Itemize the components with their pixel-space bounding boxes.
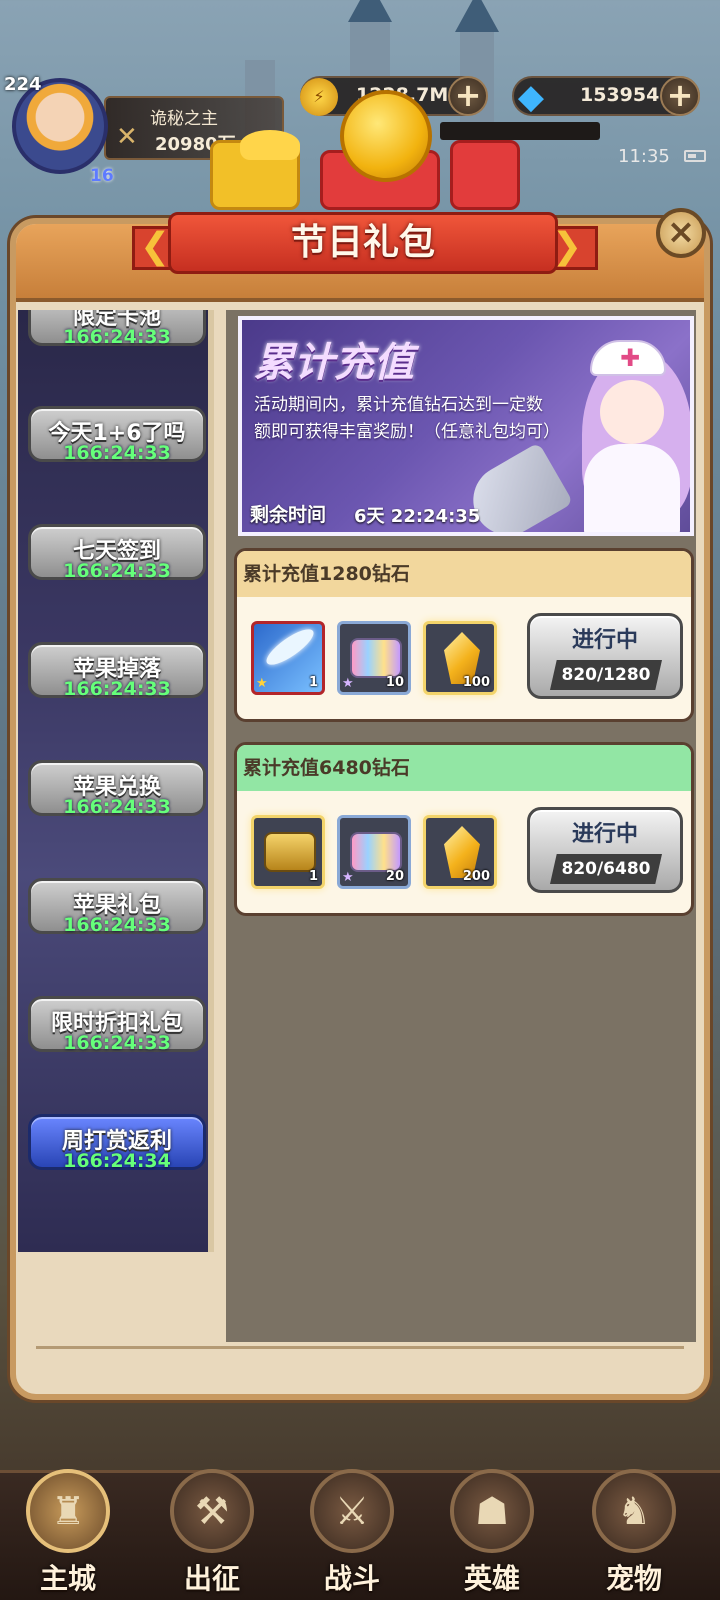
star-icon: ★ — [256, 676, 268, 691]
nav-expedition[interactable]: ⚒ 出征 — [152, 1469, 272, 1600]
sidebar-item-timer: 166:24:33 — [63, 326, 171, 348]
item-count: 1 — [308, 869, 318, 884]
sidebar-item-weekly-rebate[interactable]: 周打赏返利 166:24:34 — [28, 1114, 206, 1190]
nav-heroes[interactable]: ☗ 英雄 — [432, 1469, 552, 1600]
battery-icon — [684, 150, 706, 162]
item-count: 1 — [308, 675, 318, 690]
player-level: 224 — [4, 74, 42, 95]
crystal-chest-icon — [350, 832, 402, 872]
banner-description: 活动期间内，累计充值钻石达到一定数额即可获得丰富奖励！（任意礼包均可） — [254, 395, 560, 442]
reward-title: 累计充值1280钻石 — [237, 551, 691, 597]
sidebar-item-limited-discount[interactable]: 限时折扣礼包 166:24:33 — [28, 996, 206, 1072]
sidebar-item-limited-pool[interactable]: 限定卡池 166:24:33 — [28, 310, 206, 366]
item-count: 10 — [385, 675, 404, 690]
background-roof — [348, 0, 392, 22]
sidebar-item-apple-gift[interactable]: 苹果礼包 166:24:33 — [28, 878, 206, 954]
character-face — [600, 380, 664, 444]
remaining-time-label: 剩余时间 — [250, 504, 327, 526]
bottom-navigation: ♜ 主城 ⚒ 出征 ⚔ 战斗 ☗ 英雄 ♞ 宠物 — [0, 1469, 720, 1600]
sidebar-item-timer: 166:24:33 — [63, 442, 171, 464]
hooded-hero-icon: ☗ — [450, 1469, 534, 1553]
gift-ribbon-icon — [240, 130, 300, 160]
crossed-axes-icon: ⚒ — [170, 1469, 254, 1553]
gift-decoration — [200, 90, 530, 220]
crystal-chest-icon — [350, 638, 402, 678]
nav-label: 英雄 — [463, 1562, 520, 1595]
reward-item[interactable]: ★ 1 — [251, 621, 325, 695]
reward-item[interactable]: ★ 10 — [337, 621, 411, 695]
progress-value: 820/6480 — [550, 854, 662, 884]
sidebar-item-seven-day-signin[interactable]: 七天签到 166:24:33 — [28, 524, 206, 600]
reward-title: 累计充值6480钻石 — [237, 745, 691, 791]
status-label: 进行中 — [571, 822, 638, 847]
in-progress-button[interactable]: 进行中 820/1280 — [527, 613, 683, 699]
nav-main-city[interactable]: ♜ 主城 — [8, 1469, 128, 1600]
nav-pets[interactable]: ♞ 宠物 — [574, 1469, 694, 1600]
wings-icon: ✕ — [116, 122, 138, 152]
sidebar-item-1plus6[interactable]: 今天1+6了吗 166:24:33 — [28, 406, 206, 482]
sidebar-item-timer: 166:24:33 — [63, 796, 171, 818]
add-gem-button[interactable]: + — [660, 76, 700, 116]
gold-chest-icon — [264, 832, 316, 872]
item-count: 100 — [462, 675, 490, 690]
sidebar-item-apple-drop[interactable]: 苹果掉落 166:24:33 — [28, 642, 206, 718]
nav-label: 出征 — [183, 1562, 240, 1595]
castle-icon: ♜ — [26, 1469, 110, 1553]
nav-label: 主城 — [39, 1562, 96, 1595]
nav-battle[interactable]: ⚔ 战斗 — [292, 1469, 412, 1600]
reward-item[interactable]: 100 — [423, 621, 497, 695]
popup-title: 节日礼包 — [290, 222, 435, 263]
activity-sidebar[interactable]: 限定卡池 166:24:33 今天1+6了吗 166:24:33 七天签到 16… — [18, 310, 214, 1252]
reward-card: 累计充值6480钻石 1 ★ 20 200 进行中 820/6480 — [234, 742, 694, 916]
panel-divider — [36, 1346, 684, 1349]
nav-label: 战斗 — [323, 1562, 380, 1595]
dragon-pet-icon: ♞ — [592, 1469, 676, 1553]
gem-value: 153954 — [580, 84, 660, 106]
vip-level: 16 — [90, 166, 114, 186]
nav-label: 宠物 — [605, 1562, 662, 1595]
item-count: 20 — [385, 869, 404, 884]
character-body — [584, 444, 680, 532]
feather-icon — [261, 623, 319, 671]
medical-cross-icon: ✚ — [620, 344, 641, 372]
sidebar-item-timer: 166:24:34 — [63, 1150, 171, 1172]
recharge-banner: ✚ 累计充值 活动期间内，累计充值钻石达到一定数额即可获得丰富奖励！（任意礼包均… — [238, 316, 694, 536]
clock: 11:35 — [618, 146, 670, 167]
sidebar-item-timer: 166:24:33 — [63, 1032, 171, 1054]
in-progress-button[interactable]: 进行中 820/6480 — [527, 807, 683, 893]
reward-item[interactable]: ★ 20 — [337, 815, 411, 889]
star-icon: ★ — [342, 870, 354, 885]
reward-item[interactable]: 1 — [251, 815, 325, 889]
item-count: 200 — [462, 869, 490, 884]
player-avatar[interactable]: 224 16 — [4, 70, 114, 186]
remaining-time-value: 6天 22:24:35 — [354, 506, 481, 527]
background-roof — [455, 0, 499, 32]
sidebar-item-apple-exchange[interactable]: 苹果兑换 166:24:33 — [28, 760, 206, 836]
sidebar-item-timer: 166:24:33 — [63, 678, 171, 700]
reward-card: 累计充值1280钻石 ★ 1 ★ 10 100 进行中 820/1280 — [234, 548, 694, 722]
progress-value: 820/1280 — [550, 660, 662, 690]
reward-item[interactable]: 200 — [423, 815, 497, 889]
close-button[interactable]: × — [656, 208, 706, 258]
gold-coin-icon — [340, 90, 432, 182]
star-icon: ★ — [342, 676, 354, 691]
gift-box-icon — [450, 140, 520, 210]
status-label: 进行中 — [571, 628, 638, 653]
banner-title: 累计充值 — [254, 340, 414, 386]
battle-shield-icon: ⚔ — [310, 1469, 394, 1553]
sidebar-item-timer: 166:24:33 — [63, 560, 171, 582]
chevron-left-icon: ❮ — [140, 226, 171, 267]
sidebar-item-timer: 166:24:33 — [63, 914, 171, 936]
